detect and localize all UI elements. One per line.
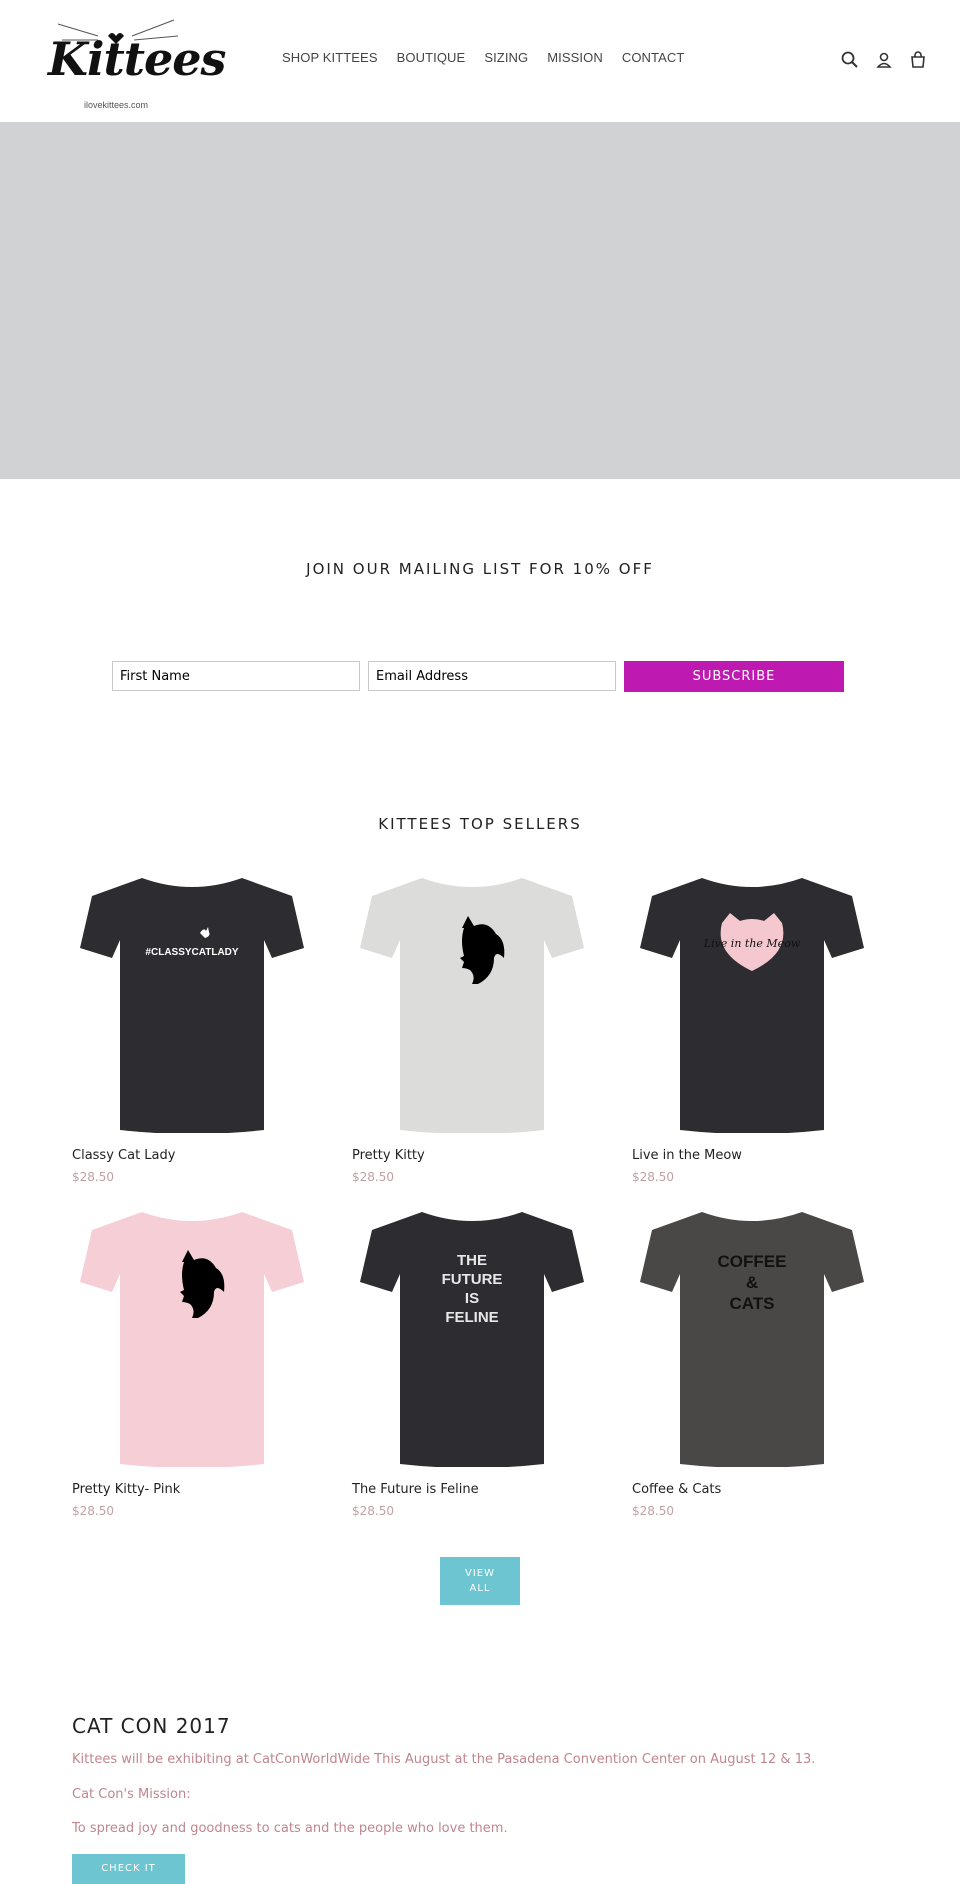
- catcon-paragraph-2: Cat Con's Mission:: [72, 1787, 191, 1802]
- product-price: $28.50: [72, 1504, 114, 1518]
- header-icons: [840, 50, 928, 70]
- subscribe-button[interactable]: SUBSCRIBE: [624, 661, 844, 692]
- product-name[interactable]: Pretty Kitty- Pink: [72, 1482, 180, 1497]
- logo-subtitle: ilovekittees.com: [83, 100, 149, 110]
- product-image[interactable]: [72, 1207, 312, 1467]
- logo-wordmark: Kittees: [48, 32, 226, 86]
- nav-contact[interactable]: CONTACT: [622, 50, 685, 65]
- product-price: $28.50: [352, 1170, 394, 1184]
- cart-icon[interactable]: [908, 50, 928, 70]
- product-price: $28.50: [72, 1170, 114, 1184]
- nav-sizing[interactable]: SIZING: [484, 50, 528, 65]
- top-sellers-title: KITTEES TOP SELLERS: [378, 815, 582, 833]
- first-name-input[interactable]: [112, 661, 360, 691]
- product-name[interactable]: Coffee & Cats: [632, 1482, 721, 1497]
- nav-shop-kittees[interactable]: SHOP KITTEES: [282, 50, 378, 65]
- product-image[interactable]: COFFEE & CATS: [632, 1207, 872, 1467]
- shirt-print-line: CATS: [729, 1294, 774, 1313]
- product-name[interactable]: Live in the Meow: [632, 1148, 742, 1163]
- catcon-paragraph-1: Kittees will be exhibiting at CatConWorl…: [72, 1752, 816, 1767]
- shirt-print-text: Live in the Meow: [703, 937, 801, 950]
- hero-banner: [0, 122, 960, 479]
- view-all-label-line2: ALL: [469, 1583, 491, 1594]
- product-price: $28.50: [632, 1504, 674, 1518]
- kittees-logo[interactable]: Kittees ilovekittees.com: [48, 16, 226, 114]
- view-all-button[interactable]: VIEW ALL: [440, 1557, 520, 1605]
- site-header: Kittees ilovekittees.com SHOP KITTEES BO…: [0, 0, 960, 123]
- account-icon[interactable]: [874, 50, 894, 70]
- product-price: $28.50: [352, 1504, 394, 1518]
- product-image[interactable]: THE FUTURE IS FELINE: [352, 1207, 592, 1467]
- product-image[interactable]: [352, 873, 592, 1133]
- nav-mission[interactable]: MISSION: [547, 50, 603, 65]
- search-icon[interactable]: [840, 50, 860, 70]
- product-name[interactable]: The Future is Feline: [352, 1482, 479, 1497]
- product-name[interactable]: Classy Cat Lady: [72, 1148, 175, 1163]
- shirt-print-line: IS: [465, 1290, 479, 1307]
- product-image[interactable]: Live in the Meow: [632, 873, 872, 1133]
- nav-boutique[interactable]: BOUTIQUE: [397, 50, 466, 65]
- shirt-print-line: FELINE: [445, 1309, 498, 1326]
- shirt-print-line: THE: [457, 1252, 487, 1269]
- catcon-title: CAT CON 2017: [72, 1714, 231, 1738]
- main-nav: SHOP KITTEES BOUTIQUE SIZING MISSION CON…: [282, 50, 703, 65]
- email-input[interactable]: [368, 661, 616, 691]
- shirt-print-line: FUTURE: [442, 1271, 503, 1288]
- mailing-list-title: JOIN OUR MAILING LIST FOR 10% OFF: [306, 560, 654, 578]
- shirt-print-text: #CLASSYCATLADY: [145, 947, 238, 958]
- view-all-label-line1: VIEW: [465, 1568, 495, 1579]
- shirt-print-line: COFFEE: [718, 1252, 787, 1271]
- catcon-paragraph-3: To spread joy and goodness to cats and t…: [72, 1821, 508, 1836]
- product-price: $28.50: [632, 1170, 674, 1184]
- product-image[interactable]: #CLASSYCATLADY: [72, 873, 312, 1133]
- check-it-button[interactable]: CHECK IT: [72, 1854, 185, 1884]
- product-name[interactable]: Pretty Kitty: [352, 1148, 425, 1163]
- shirt-print-line: &: [746, 1273, 758, 1292]
